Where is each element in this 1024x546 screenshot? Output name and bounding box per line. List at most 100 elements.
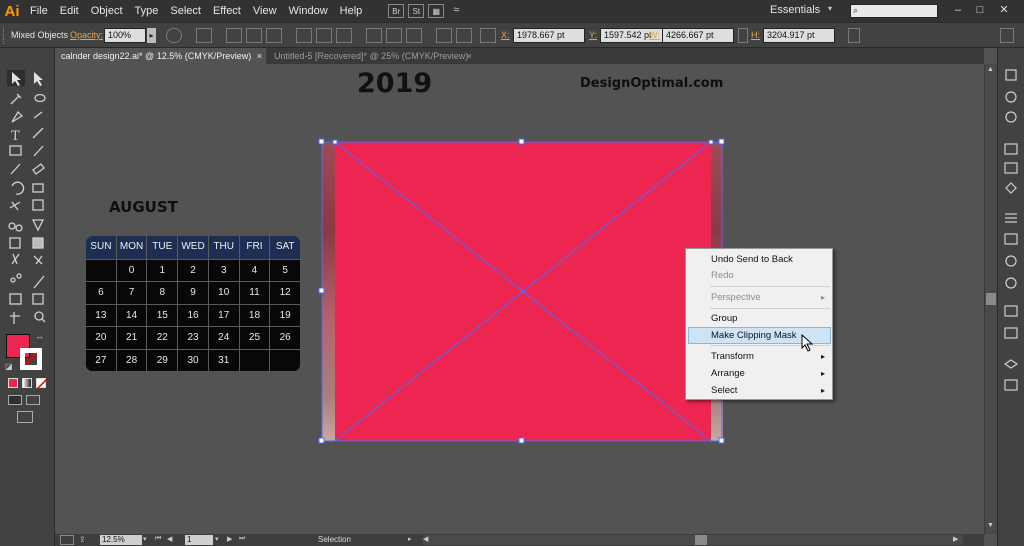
pathfinder-icon[interactable]: [1004, 326, 1019, 339]
blend-icon[interactable]: [30, 252, 48, 268]
menu-file[interactable]: File: [24, 0, 54, 22]
draw-behind-icon[interactable]: [26, 395, 40, 405]
status-menu-icon[interactable]: ▸: [408, 535, 412, 543]
rotate-icon[interactable]: [8, 182, 26, 198]
menu-select[interactable]: Select: [164, 0, 207, 22]
w-label[interactable]: W:: [649, 30, 660, 40]
none-mode-icon[interactable]: [36, 378, 47, 389]
menu-item-undo-send-to-back[interactable]: Undo Send to Back: [711, 252, 793, 267]
line-icon[interactable]: [30, 128, 48, 144]
close-tab-icon[interactable]: ×: [467, 48, 472, 64]
default-fill-stroke-icon[interactable]: ◪: [5, 362, 13, 371]
bridge-icon[interactable]: Br: [388, 4, 405, 18]
align-bottom-icon[interactable]: [336, 28, 352, 43]
menu-view[interactable]: View: [247, 0, 283, 22]
rectangle-icon[interactable]: [8, 144, 26, 160]
eyedropper-icon[interactable]: [8, 252, 26, 268]
transparency-icon[interactable]: [1004, 254, 1019, 267]
last-artboard-icon[interactable]: ⏭: [239, 535, 247, 545]
scroll-left-icon[interactable]: ◀: [423, 535, 428, 543]
swatches-icon[interactable]: [1004, 110, 1019, 123]
distribute-top-icon[interactable]: [366, 28, 382, 43]
h-field[interactable]: 3204.917 pt: [763, 28, 835, 43]
align-left-icon[interactable]: [226, 28, 242, 43]
x-label[interactable]: X:: [501, 30, 510, 40]
menu-type[interactable]: Type: [129, 0, 165, 22]
screen-mode-icon[interactable]: [17, 411, 33, 423]
type-icon[interactable]: [8, 128, 26, 144]
distribute-middle-icon[interactable]: [386, 28, 402, 43]
selection-tool-icon[interactable]: [8, 70, 26, 86]
menu-help[interactable]: Help: [334, 0, 369, 22]
pencil-icon[interactable]: [8, 162, 26, 178]
tab-calendar-design[interactable]: calnder design22.ai* @ 12.5% (CMYK/Previ…: [55, 48, 266, 64]
align-center-icon[interactable]: [246, 28, 262, 43]
opacity-arrow-icon[interactable]: ▸: [147, 28, 156, 43]
zoom-dropdown-icon[interactable]: ▾: [143, 535, 151, 545]
maximize-icon[interactable]: □: [972, 3, 988, 17]
x-field[interactable]: 1978.667 pt: [513, 28, 585, 43]
close-icon[interactable]: ✕: [996, 3, 1012, 17]
slice-icon[interactable]: [30, 292, 48, 308]
scroll-right-icon[interactable]: ▶: [953, 535, 958, 543]
free-transform-icon[interactable]: [30, 200, 48, 216]
menu-item-make-clipping-mask[interactable]: Make Clipping Mask: [711, 328, 797, 343]
color-panel-icon[interactable]: [1004, 70, 1019, 83]
share-icon[interactable]: ⇪: [79, 535, 93, 545]
curvature-icon[interactable]: [30, 110, 48, 126]
opacity-label[interactable]: Opacity:: [70, 30, 103, 40]
lasso-icon[interactable]: [30, 90, 48, 106]
symbols-icon[interactable]: [1004, 161, 1019, 174]
warp-icon[interactable]: [8, 200, 26, 216]
artboard-dropdown-icon[interactable]: ▾: [215, 535, 223, 545]
opacity-field[interactable]: 100%: [104, 28, 146, 43]
artboard-number-field[interactable]: 1: [185, 535, 213, 545]
align-panel-icon[interactable]: [1004, 304, 1019, 317]
swap-fill-stroke-icon[interactable]: ↔: [35, 331, 44, 341]
w-field[interactable]: 4266.667 pt: [662, 28, 734, 43]
menu-edit[interactable]: Edit: [54, 0, 85, 22]
red-rectangle[interactable]: [335, 142, 711, 441]
menu-window[interactable]: Window: [283, 0, 334, 22]
search-input[interactable]: ⌕: [850, 4, 938, 18]
scale-icon[interactable]: [30, 182, 48, 198]
mesh-icon[interactable]: [8, 236, 26, 252]
distribute-center-icon[interactable]: [456, 28, 472, 43]
pen-icon[interactable]: [8, 110, 26, 126]
hand-icon[interactable]: [8, 310, 26, 326]
arrange-documents-icon[interactable]: ▦: [428, 4, 445, 18]
transform-menu-icon[interactable]: [848, 28, 860, 43]
reference-point-icon[interactable]: [480, 28, 496, 43]
align-to-selection-icon[interactable]: [196, 28, 212, 43]
distribute-bottom-icon[interactable]: [406, 28, 422, 43]
layers-icon[interactable]: [1004, 358, 1019, 371]
gradient-panel-icon[interactable]: [1004, 232, 1019, 245]
magic-wand-icon[interactable]: [8, 90, 26, 106]
stroke-panel-icon[interactable]: [1004, 211, 1019, 224]
menu-item-transform[interactable]: Transform: [711, 349, 754, 364]
align-top-icon[interactable]: [296, 28, 312, 43]
color-guide-icon[interactable]: [1004, 90, 1019, 103]
tab-untitled-5[interactable]: Untitled-5 [Recovered]* @ 25% (CMYK/Prev…: [268, 48, 476, 64]
menu-item-select[interactable]: Select: [711, 383, 737, 398]
recolor-icon[interactable]: [166, 28, 182, 43]
color-mode-icon[interactable]: [8, 378, 18, 388]
horizontal-scrollbar[interactable]: ◀ ▶: [423, 535, 963, 545]
artboards-panel-icon[interactable]: [1004, 378, 1019, 391]
menu-item-group[interactable]: Group: [711, 311, 737, 326]
perspective-grid-icon[interactable]: [30, 220, 48, 236]
distribute-left-icon[interactable]: [436, 28, 452, 43]
menu-object[interactable]: Object: [85, 0, 129, 22]
h-scroll-thumb[interactable]: [695, 535, 707, 545]
panel-menu-icon[interactable]: [1000, 28, 1014, 43]
column-graph-icon[interactable]: [30, 272, 48, 288]
direct-selection-icon[interactable]: [30, 70, 48, 86]
h-label[interactable]: H:: [751, 30, 760, 40]
menu-effect[interactable]: Effect: [207, 0, 247, 22]
first-artboard-icon[interactable]: ⏮: [155, 535, 163, 545]
align-middle-icon[interactable]: [316, 28, 332, 43]
scroll-thumb[interactable]: [986, 293, 996, 305]
stroke-swatch[interactable]: [20, 348, 42, 370]
appearance-icon[interactable]: [1004, 276, 1019, 289]
y-label[interactable]: Y:: [589, 30, 597, 40]
